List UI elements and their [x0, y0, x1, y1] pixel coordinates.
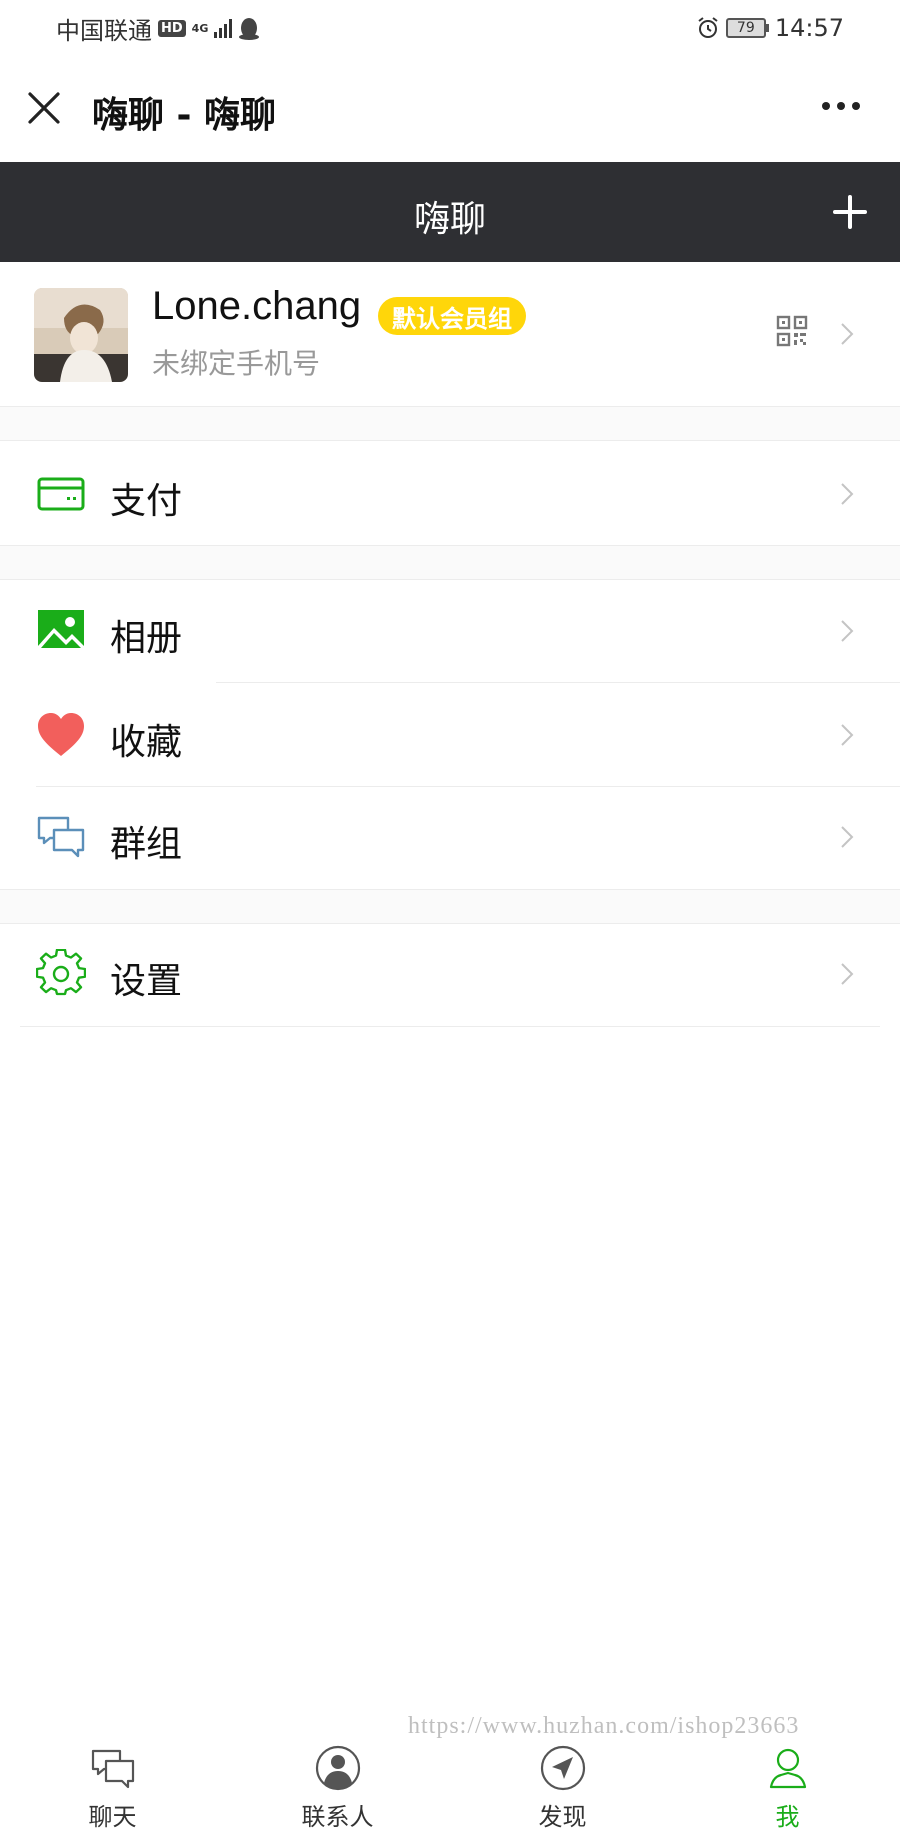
- section-gap: [0, 407, 900, 441]
- divider: [20, 1026, 880, 1027]
- watermark: https://www.huzhan.com/ishop23663: [408, 1713, 800, 1739]
- contacts-icon: [315, 1745, 360, 1791]
- menu-item-favorites[interactable]: 收藏: [0, 684, 900, 786]
- status-left: 中国联通 HD 4G: [56, 11, 260, 46]
- menu-item-settings[interactable]: 设置: [0, 923, 900, 1025]
- clock: 14:57: [774, 14, 844, 42]
- chevron-right-icon: [841, 620, 854, 642]
- divider: [216, 682, 900, 683]
- page-title: 嗨聊 - 嗨聊: [92, 95, 277, 136]
- tab-discover[interactable]: 发现: [450, 1737, 675, 1837]
- group-chat-icon: [37, 816, 85, 858]
- network-type: 4G: [192, 23, 209, 34]
- menu-item-groups[interactable]: 群组: [0, 786, 900, 888]
- menu-label: 相册: [110, 618, 183, 659]
- menu-item-album[interactable]: 相册: [0, 580, 900, 682]
- hd-badge: HD: [158, 19, 186, 37]
- menu-label: 收藏: [110, 722, 183, 763]
- network-label: 4G: [191, 21, 209, 35]
- chevron-right-icon: [841, 963, 854, 985]
- menu-item-payment[interactable]: 支付: [0, 443, 900, 545]
- chevron-right-icon: [841, 724, 854, 746]
- carrier-name: 中国联通: [56, 16, 152, 45]
- signal-icon: [214, 18, 233, 38]
- status-bar: 中国联通 HD 4G 79 14:57: [0, 0, 900, 56]
- chat-icon: [91, 1749, 134, 1789]
- menu-label: 设置: [110, 961, 183, 1002]
- add-icon[interactable]: [832, 194, 868, 230]
- battery-icon: 79: [725, 18, 769, 38]
- member-group-badge: 默认会员组: [378, 297, 526, 335]
- qr-code-icon[interactable]: [776, 315, 808, 347]
- tab-label: 发现: [538, 1803, 587, 1831]
- section-gap: [0, 890, 900, 924]
- username: Lone.chang: [152, 284, 362, 328]
- more-options-button[interactable]: [822, 102, 860, 110]
- section-gap: [0, 546, 900, 580]
- status-right: 79 14:57: [696, 14, 844, 42]
- alarm-icon: [698, 17, 718, 38]
- tab-label: 我: [775, 1803, 800, 1831]
- me-icon: [769, 1748, 806, 1789]
- photo-icon: [38, 610, 84, 652]
- gear-icon: [36, 949, 86, 996]
- battery-level: 79: [725, 18, 766, 38]
- menu-label: 支付: [110, 481, 183, 522]
- app-header-title: 嗨聊: [413, 199, 486, 240]
- discover-icon: [540, 1745, 585, 1791]
- tab-label: 联系人: [301, 1803, 374, 1831]
- title-bar: 嗨聊 - 嗨聊: [0, 56, 900, 162]
- app-header: 嗨聊: [0, 162, 900, 262]
- divider: [0, 440, 900, 441]
- wallet-icon: [37, 477, 85, 511]
- tab-contacts[interactable]: 联系人: [225, 1737, 450, 1837]
- heart-icon: [38, 713, 84, 756]
- tab-me[interactable]: 我: [675, 1737, 900, 1837]
- qq-penguin-icon: [239, 18, 260, 40]
- avatar[interactable]: [34, 288, 128, 382]
- profile-card[interactable]: Lone.chang 默认会员组 未绑定手机号: [0, 262, 900, 406]
- chevron-right-icon: [841, 826, 854, 848]
- phone-binding-status: 未绑定手机号: [152, 347, 321, 380]
- bottom-tab-bar: 聊天 联系人 发现 我: [0, 1737, 900, 1837]
- menu-label: 群组: [110, 824, 183, 865]
- chevron-right-icon: [841, 483, 854, 505]
- tab-chats[interactable]: 聊天: [0, 1737, 225, 1837]
- close-icon[interactable]: [26, 90, 62, 126]
- tab-label: 聊天: [88, 1803, 137, 1831]
- chevron-right-icon: [841, 323, 854, 345]
